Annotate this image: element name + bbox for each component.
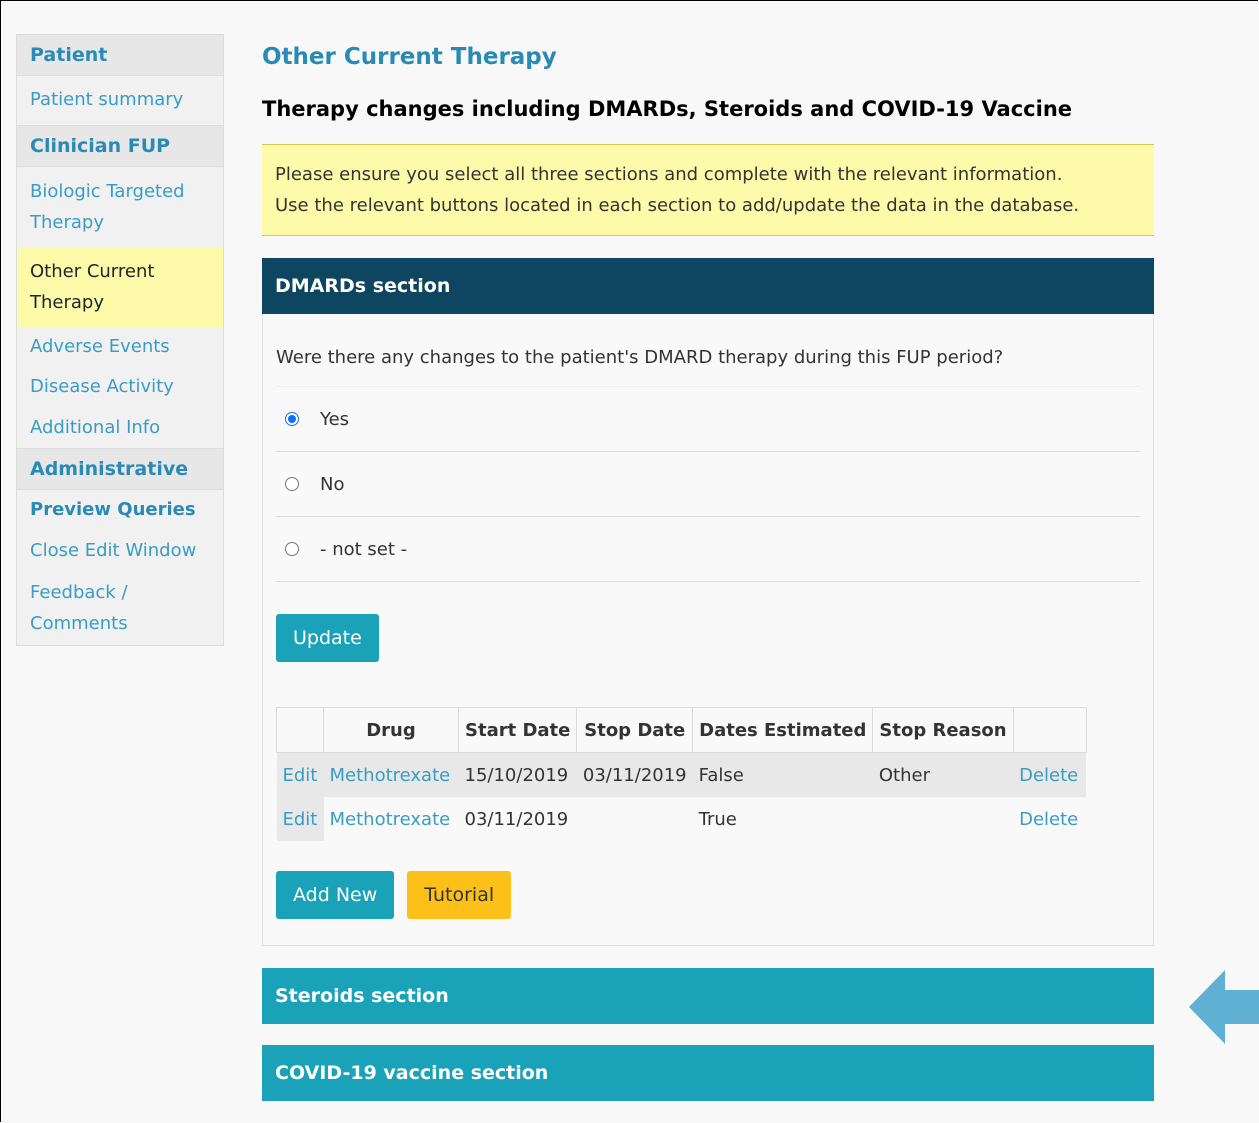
add-new-button[interactable]: Add New	[276, 871, 395, 919]
sidebar-item-disease-activity[interactable]: Disease Activity	[17, 367, 223, 408]
stop-date-cell	[577, 797, 693, 841]
column-header-dates-estimated: Dates Estimated	[692, 707, 874, 753]
radio-button-yes[interactable]	[285, 412, 299, 426]
column-header-drug: Drug	[323, 707, 459, 753]
sidebar-item-feedback-comments[interactable]: Feedback / Comments	[17, 572, 223, 645]
steroids-section-header[interactable]: Steroids section	[262, 968, 1154, 1024]
page-subtitle: Therapy changes including DMARDs, Steroi…	[262, 97, 1073, 121]
page-title: Other Current Therapy	[262, 44, 557, 70]
dmard-change-question: Were there any changes to the patient's …	[276, 347, 1004, 368]
dmards-section-body: Were there any changes to the patient's …	[262, 314, 1154, 946]
covid-vaccine-section-header[interactable]: COVID-19 vaccine section	[262, 1045, 1154, 1101]
dmard-table: Drug Start Date Stop Date Dates Estimate…	[276, 707, 1087, 841]
radio-label-not-set: - not set -	[320, 538, 408, 560]
notice-line-1: Please ensure you select all three secti…	[275, 164, 1063, 185]
sidebar-item-patient-summary[interactable]: Patient summary	[17, 76, 223, 125]
edit-link[interactable]: Edit	[276, 797, 324, 841]
stop-date-cell: 03/11/2019	[576, 752, 693, 797]
edit-link[interactable]: Edit	[276, 752, 324, 797]
dates-estimated-cell: True	[698, 808, 737, 830]
drug-link[interactable]: Methotrexate	[324, 797, 459, 841]
column-header-start-date: Start Date	[457, 707, 578, 753]
drug-link[interactable]: Methotrexate	[323, 752, 459, 797]
start-date-cell: 15/10/2019	[458, 752, 577, 797]
column-header-stop-reason: Stop Reason	[872, 707, 1014, 753]
dmard-change-radio-group: Yes No - not set -	[276, 386, 1140, 582]
main-content: Other Current Therapy Therapy changes in…	[262, 40, 1154, 1101]
left-arrow-icon	[1189, 970, 1259, 1044]
radio-option-yes[interactable]: Yes	[276, 386, 1140, 452]
stop-reason-cell: Other	[872, 752, 1014, 797]
table-header-row: Drug Start Date Stop Date Dates Estimate…	[276, 707, 1087, 753]
column-header-delete	[1012, 707, 1087, 753]
sidebar-item-additional-info[interactable]: Additional Info	[17, 408, 223, 449]
notice-box: Please ensure you select all three secti…	[262, 144, 1154, 236]
table-row: Edit Methotrexate 03/11/2019 True Delete	[276, 797, 1087, 841]
sidebar: Patient Patient summary Clinician FUP Bi…	[16, 34, 224, 646]
sidebar-item-close-edit-window[interactable]: Close Edit Window	[17, 531, 223, 572]
radio-option-not-set[interactable]: - not set -	[276, 517, 1140, 582]
radio-label-no: No	[320, 473, 345, 495]
radio-button-not-set[interactable]	[285, 542, 299, 556]
sidebar-item-other-current-therapy[interactable]: Other Current Therapy	[17, 246, 223, 327]
sidebar-item-biologic-targeted-therapy[interactable]: Biologic Targeted Therapy	[17, 167, 223, 247]
sidebar-heading-administrative: Administrative	[17, 448, 223, 491]
dates-estimated-cell: False	[692, 752, 873, 797]
radio-option-no[interactable]: No	[276, 452, 1140, 517]
sidebar-item-adverse-events[interactable]: Adverse Events	[17, 327, 223, 368]
tutorial-button[interactable]: Tutorial	[407, 871, 512, 919]
dmards-section-header[interactable]: DMARDs section	[262, 258, 1154, 314]
column-header-stop-date: Stop Date	[576, 707, 694, 753]
update-button[interactable]: Update	[276, 614, 379, 662]
column-header-actions	[276, 707, 324, 753]
stop-reason-cell	[873, 797, 1013, 841]
notice-line-2: Use the relevant buttons located in each…	[275, 195, 1080, 216]
delete-link[interactable]: Delete	[1013, 752, 1087, 797]
delete-link[interactable]: Delete	[1013, 797, 1086, 841]
start-date-cell: 03/11/2019	[464, 808, 569, 830]
table-row: Edit Methotrexate 15/10/2019 03/11/2019 …	[276, 752, 1087, 797]
sidebar-heading-patient: Patient	[17, 35, 223, 76]
sidebar-heading-clinician-fup: Clinician FUP	[17, 124, 223, 167]
sidebar-item-preview-queries[interactable]: Preview Queries	[17, 490, 223, 531]
radio-label-yes: Yes	[320, 408, 350, 430]
radio-button-no[interactable]	[285, 477, 299, 491]
